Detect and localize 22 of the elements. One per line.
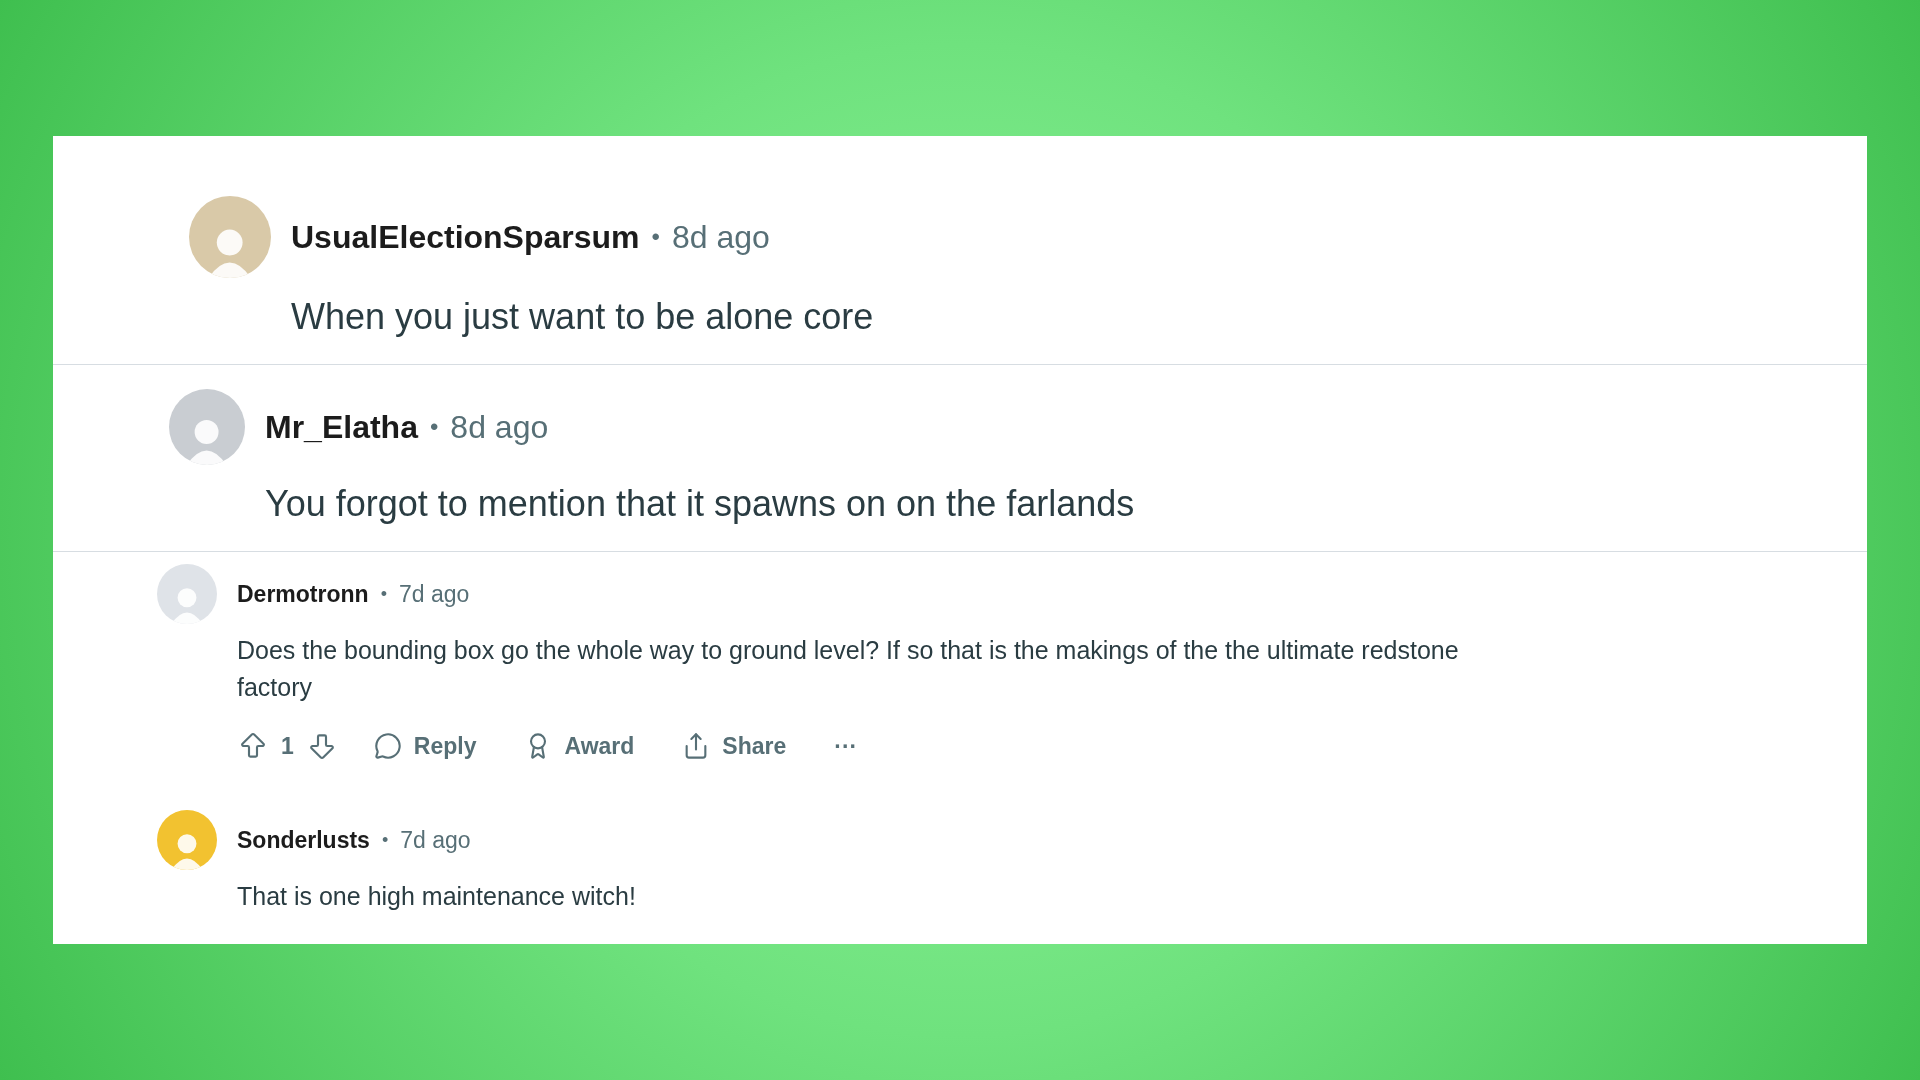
separator-dot: •: [381, 828, 389, 852]
speech-bubble-icon: [373, 732, 402, 760]
share-button[interactable]: Share: [682, 728, 787, 764]
comment-body: That is one high maintenance witch!: [236, 881, 637, 912]
username[interactable]: Sonderlusts: [237, 822, 370, 858]
separator-dot: •: [380, 582, 387, 606]
more-button[interactable]: ···: [834, 728, 858, 764]
separator-dot: •: [651, 222, 660, 252]
separator-dot: •: [429, 412, 439, 442]
award-button[interactable]: Award: [524, 728, 635, 764]
reply-button[interactable]: Reply: [373, 728, 477, 764]
timestamp: 7d ago: [398, 579, 470, 609]
timestamp: 8d ago: [450, 408, 549, 447]
username[interactable]: Dermotronn: [237, 576, 369, 612]
comment-body: Does the bounding box go the whole way to ground level? If so that is the makings of the the ultimate redstone factory: [236, 635, 1460, 703]
username[interactable]: Mr_Elatha: [265, 403, 418, 451]
comment-body: You forgot to mention that it spawns on on the farlands: [264, 482, 1136, 526]
timestamp: 8d ago: [671, 218, 770, 257]
username[interactable]: UsualElectionSparsum: [291, 213, 640, 261]
timestamp: 7d ago: [400, 825, 471, 855]
comment-body: When you just want to be alone core: [290, 295, 875, 339]
vote-count: 1: [280, 731, 295, 761]
